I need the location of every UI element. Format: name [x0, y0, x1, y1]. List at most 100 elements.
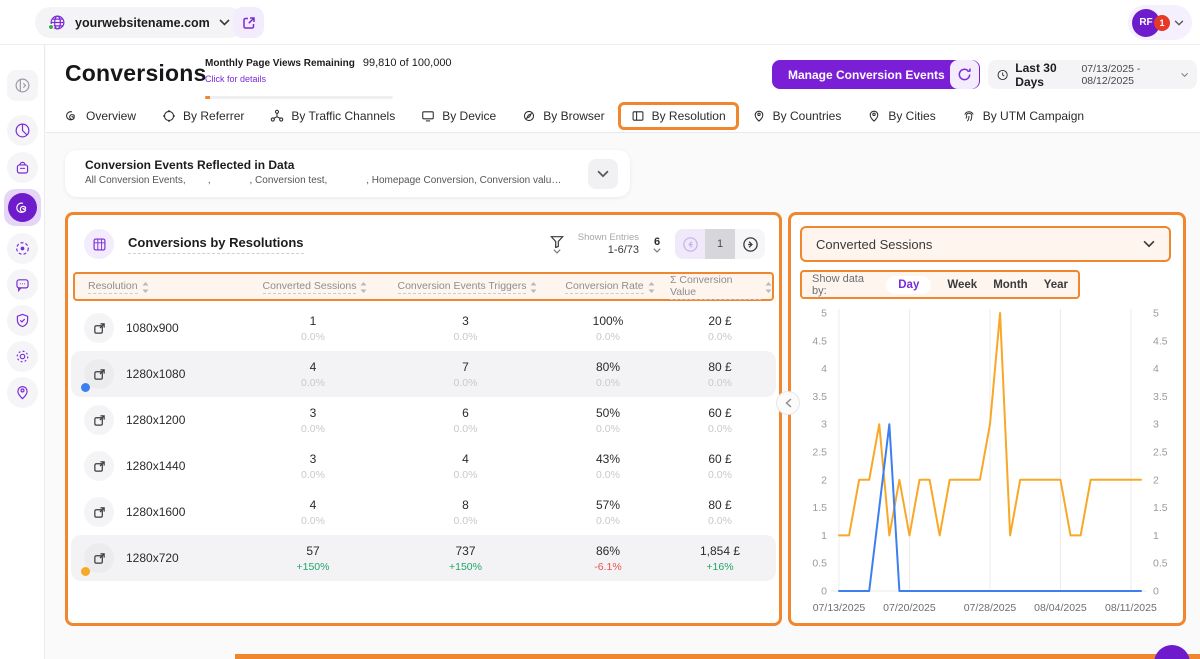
tab-by-browser[interactable]: By Browser [522, 109, 604, 123]
next-page-button[interactable] [735, 229, 765, 259]
sidebar-item-analytics[interactable] [7, 115, 38, 146]
period-month-button[interactable]: Month [993, 279, 1027, 291]
tab-by-countries[interactable]: By Countries [752, 109, 842, 123]
tab-by-resolution[interactable]: By Resolution [631, 109, 726, 123]
chevron-down-icon [219, 19, 230, 26]
shield-check-icon [14, 312, 31, 329]
column-header-converted-sessions[interactable]: Converted Sessions [245, 280, 385, 294]
svg-text:08/11/2025: 08/11/2025 [1105, 602, 1157, 614]
resolution-label: 1280x1080 [126, 367, 185, 381]
open-resolution-icon[interactable] [84, 405, 114, 435]
chat-icon [14, 276, 31, 293]
period-year-button[interactable]: Year [1044, 279, 1068, 291]
period-day-button[interactable]: Day [886, 276, 931, 294]
svg-text:07/13/2025: 07/13/2025 [813, 602, 866, 614]
open-resolution-icon[interactable] [84, 543, 114, 573]
show-data-by-label: Show data by: [812, 273, 870, 297]
column-header-conversion-events-triggers[interactable]: Conversion Events Triggers [385, 280, 550, 294]
table-row[interactable]: 1280x720 57+150% 737+150% 86%-6.1% 1,854… [71, 535, 776, 581]
svg-text:4.5: 4.5 [1153, 335, 1168, 347]
funnel-icon [550, 235, 564, 248]
tab-by-device[interactable]: By Device [421, 109, 496, 123]
sidebar-item-messages[interactable] [7, 269, 38, 300]
open-resolution-icon[interactable] [84, 497, 114, 527]
quota-details-link[interactable]: Click for details [205, 74, 266, 84]
open-resolution-icon[interactable] [84, 359, 114, 389]
open-resolution-icon[interactable] [84, 313, 114, 343]
table-row[interactable]: 1280x1440 30.0% 40.0% 43%0.0% 60 £0.0% [71, 443, 776, 489]
sidebar-item-conversions[interactable] [4, 189, 41, 226]
open-site-button[interactable] [233, 7, 264, 38]
refresh-button[interactable] [950, 60, 979, 89]
panel-collapse-handle[interactable] [776, 391, 800, 415]
svg-text:2.5: 2.5 [812, 447, 827, 459]
sidebar-item-locations[interactable] [7, 377, 38, 408]
column-header-resolution[interactable]: Resolution [75, 280, 245, 294]
events-filter-title: Conversion Events Reflected in Data [85, 158, 616, 172]
tab-overview[interactable]: Overview [65, 109, 136, 123]
tab-by-utm-campaign[interactable]: By UTM Campaign [962, 109, 1084, 123]
svg-text:3: 3 [821, 419, 827, 431]
sidebar-item-goals[interactable] [7, 233, 38, 264]
tab-label: By Resolution [652, 109, 726, 123]
column-header-conversion-rate[interactable]: Conversion Rate [550, 280, 670, 294]
chevron-down-icon [553, 249, 561, 254]
prev-page-button[interactable] [675, 229, 705, 259]
range-dates: 07/13/2025 - 08/12/2025 [1081, 63, 1173, 87]
manage-button-label: Manage Conversion Events [788, 68, 945, 82]
countries-icon [752, 109, 766, 123]
manage-conversion-events-button[interactable]: Manage Conversion Events [772, 60, 980, 89]
page-size-value: 6 [654, 236, 660, 248]
sidebar-item-settings[interactable] [7, 341, 38, 372]
period-week-button[interactable]: Week [947, 279, 977, 291]
table-row[interactable]: 1280x1080 40.0% 70.0% 80%0.0% 80 £0.0% [71, 351, 776, 397]
conversions-line-chart: 07/13/202507/20/202507/28/202508/04/2025… [793, 303, 1187, 625]
site-selector[interactable]: yourwebsitename.com [35, 7, 244, 38]
cities-icon [867, 109, 881, 123]
bag-icon [14, 159, 31, 176]
pagination: 1 [675, 229, 765, 259]
svg-text:1.5: 1.5 [812, 502, 827, 514]
table-row[interactable]: 1280x1600 40.0% 80.0% 57%0.0% 80 £0.0% [71, 489, 776, 535]
gear-icon [14, 348, 31, 365]
page-size-select[interactable]: 6 [653, 236, 661, 253]
chevron-down-icon [1181, 72, 1188, 78]
svg-text:3.5: 3.5 [1153, 391, 1168, 403]
chevron-left-icon [785, 398, 792, 408]
tab-label: By Device [442, 109, 496, 123]
sidebar-item-security[interactable] [7, 305, 38, 336]
events-filter-expand-button[interactable] [588, 159, 618, 189]
sidebar-item-orders[interactable] [7, 152, 38, 183]
tab-by-traffic-channels[interactable]: By Traffic Channels [270, 109, 395, 123]
svg-text:1.5: 1.5 [1153, 502, 1168, 514]
date-range-picker[interactable]: Last 30 Days 07/13/2025 - 08/12/2025 [988, 60, 1197, 89]
sidebar-collapse-button[interactable] [7, 70, 38, 101]
tab-label: By UTM Campaign [983, 109, 1084, 123]
svg-text:1: 1 [821, 530, 827, 542]
resolution-label: 1280x1200 [126, 413, 185, 427]
tab-by-cities[interactable]: By Cities [867, 109, 935, 123]
quota-label: Monthly Page Views Remaining [205, 58, 355, 69]
conversions-by-resolutions-card: Conversions by Resolutions Shown Entries… [65, 212, 782, 626]
clock-icon [997, 68, 1008, 82]
utm-fingerprint-icon [962, 109, 976, 123]
quota-widget: Monthly Page Views Remaining 99,810 of 1… [205, 57, 395, 99]
site-favicon-icon [49, 14, 66, 31]
open-resolution-icon[interactable] [84, 451, 114, 481]
range-label: Last 30 Days [1015, 61, 1074, 89]
account-menu[interactable]: RF 1 [1128, 5, 1192, 40]
table-row[interactable]: 1280x1200 30.0% 60.0% 50%0.0% 60 £0.0% [71, 397, 776, 443]
tab-by-referrer[interactable]: By Referrer [162, 109, 244, 123]
svg-text:0.5: 0.5 [812, 558, 827, 570]
table-body: 1080x900 10.0% 30.0% 100%0.0% 20 £0.0% 1… [71, 305, 776, 581]
resolution-label: 1280x1600 [126, 505, 185, 519]
svg-text:3: 3 [1153, 419, 1159, 431]
filter-button[interactable] [550, 235, 564, 254]
shown-entries: Shown Entries 1-6/73 [578, 232, 639, 256]
metric-select[interactable]: Converted Sessions [800, 226, 1171, 262]
shown-entries-value: 1-6/73 [578, 244, 639, 256]
chat-widget-button[interactable] [1154, 645, 1190, 659]
column-header-conversion-value[interactable]: Σ Conversion Value [670, 274, 772, 300]
table-row[interactable]: 1080x900 10.0% 30.0% 100%0.0% 20 £0.0% [71, 305, 776, 351]
notification-badge: 1 [1154, 15, 1170, 31]
